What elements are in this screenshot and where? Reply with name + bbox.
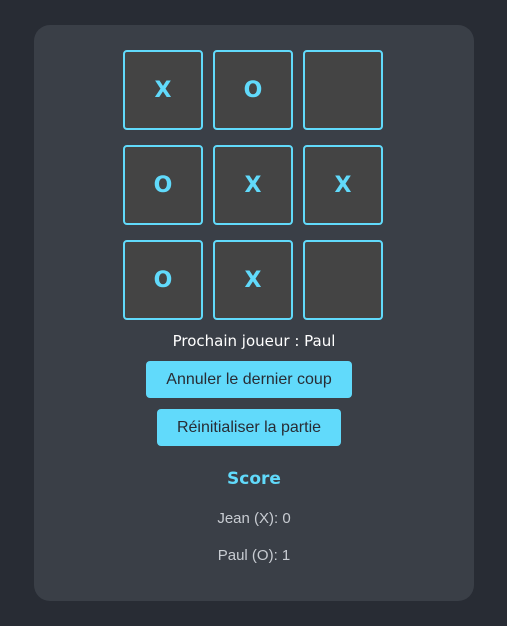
board-cell-5[interactable]: X — [213, 145, 293, 225]
board-cell-7[interactable]: O — [123, 240, 203, 320]
board-cell-6[interactable]: X — [303, 145, 383, 225]
score-player-x: Jean (X): 0 — [217, 510, 291, 527]
game-board: X O O X X O X — [123, 50, 385, 322]
board-cell-3[interactable] — [303, 50, 383, 130]
score-player-o: Paul (O): 1 — [217, 547, 291, 564]
game-panel: X O O X X O X Prochain joueur : Paul Ann… — [34, 25, 474, 601]
reset-game-button[interactable]: Réinitialiser la partie — [157, 409, 341, 446]
board-cell-4[interactable]: O — [123, 145, 203, 225]
board-cell-9[interactable] — [303, 240, 383, 320]
board-cell-8[interactable]: X — [213, 240, 293, 320]
next-player-status: Prochain joueur : Paul — [172, 332, 336, 350]
board-cell-2[interactable]: O — [213, 50, 293, 130]
undo-last-move-button[interactable]: Annuler le dernier coup — [146, 361, 352, 398]
board-cell-1[interactable]: X — [123, 50, 203, 130]
score-title: Score — [227, 469, 281, 489]
